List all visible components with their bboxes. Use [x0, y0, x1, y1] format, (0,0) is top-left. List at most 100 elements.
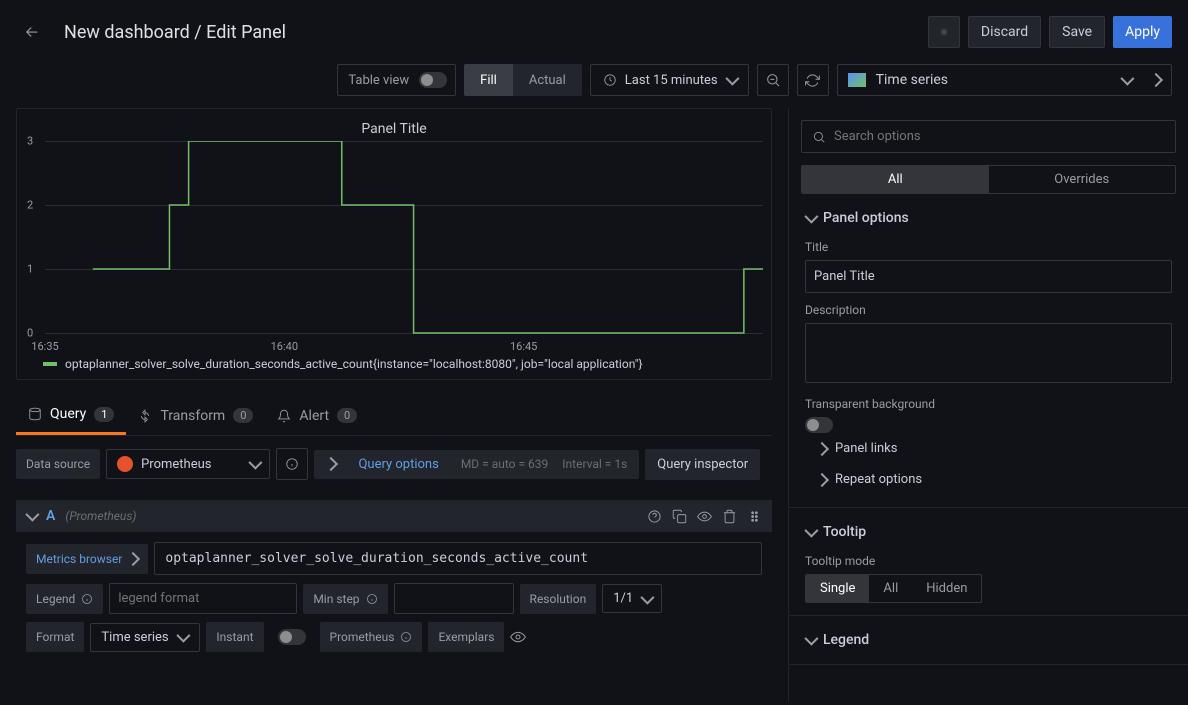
- apply-button[interactable]: Apply: [1113, 16, 1172, 48]
- discard-button[interactable]: Discard: [968, 16, 1041, 48]
- transform-icon: [138, 409, 152, 423]
- gear-icon: [941, 24, 947, 40]
- instant-toggle[interactable]: [278, 629, 306, 645]
- tooltip-single[interactable]: Single: [806, 575, 869, 602]
- save-button[interactable]: Save: [1049, 16, 1105, 48]
- options-search-input[interactable]: [834, 129, 1165, 144]
- legend-color-icon: [43, 362, 57, 366]
- md-hint: MD = auto = 639: [461, 457, 548, 471]
- resolution-select[interactable]: 1/1: [602, 584, 662, 613]
- chevron-right-icon: [815, 472, 829, 486]
- query-expression-input[interactable]: [154, 542, 762, 575]
- alert-count-badge: 0: [337, 408, 357, 423]
- datasource-help-button[interactable]: [276, 448, 308, 480]
- minstep-input[interactable]: [394, 583, 514, 614]
- transform-count-badge: 0: [233, 408, 253, 423]
- repeat-options-toggle[interactable]: Repeat options: [805, 464, 1172, 495]
- table-view-toggle[interactable]: Table view: [337, 64, 456, 96]
- help-icon[interactable]: [647, 509, 662, 524]
- visualization-label: Time series: [876, 72, 948, 88]
- section-panel-options[interactable]: Panel options: [805, 206, 1172, 230]
- breadcrumb: New dashboard / Edit Panel: [64, 22, 286, 43]
- panel-preview: Panel Title 012316:3516:4016:45 optaplan…: [16, 108, 772, 380]
- chevron-down-icon: [1120, 72, 1134, 86]
- eye-icon[interactable]: [697, 509, 712, 524]
- drag-handle-icon[interactable]: [747, 509, 762, 524]
- metrics-browser-button[interactable]: Metrics browser: [26, 544, 148, 574]
- datasource-select[interactable]: Prometheus: [106, 449, 270, 479]
- info-icon[interactable]: [400, 631, 412, 643]
- tab-query[interactable]: Query 1: [16, 396, 126, 435]
- chevron-down-icon: [804, 524, 818, 538]
- search-icon: [812, 130, 826, 144]
- panel-links-toggle[interactable]: Panel links: [805, 433, 1172, 464]
- eye-icon[interactable]: [510, 629, 526, 645]
- options-search[interactable]: [801, 120, 1176, 153]
- legend-label: Legend: [26, 584, 103, 614]
- copy-icon[interactable]: [672, 509, 687, 524]
- chevron-right-icon: [815, 441, 829, 455]
- zoom-out-icon: [765, 72, 781, 88]
- chart[interactable]: 012316:3516:4016:45: [25, 141, 763, 351]
- query-options-toggle[interactable]: Query options: [350, 457, 446, 472]
- zoom-out-button[interactable]: [757, 64, 789, 96]
- arrow-left-icon: [23, 23, 41, 41]
- chevron-down-icon: [176, 629, 190, 643]
- fill-actual-toggle: Fill Actual: [464, 64, 582, 96]
- exemplars-label: Exemplars: [428, 622, 504, 652]
- query-inspector-button[interactable]: Query inspector: [645, 449, 760, 480]
- format-label: Format: [26, 622, 84, 652]
- time-range-label: Last 15 minutes: [625, 73, 718, 88]
- tooltip-all[interactable]: All: [869, 575, 912, 602]
- chevron-down-icon: [249, 456, 263, 470]
- datasource-label: Data source: [16, 449, 100, 479]
- refresh-icon: [805, 73, 820, 88]
- panel-title: Panel Title: [25, 117, 763, 141]
- refresh-button[interactable]: [797, 64, 829, 96]
- settings-button[interactable]: [928, 16, 960, 48]
- chart-legend[interactable]: optaplanner_solver_solve_duration_second…: [25, 357, 763, 371]
- time-series-icon: [848, 73, 866, 87]
- tooltip-hidden[interactable]: Hidden: [912, 575, 981, 602]
- chevron-down-icon: [804, 632, 818, 646]
- tab-overrides[interactable]: Overrides: [989, 166, 1176, 193]
- description-label: Description: [805, 303, 1172, 317]
- chevron-down-icon: [725, 72, 739, 86]
- trash-icon[interactable]: [722, 509, 737, 524]
- legend-input[interactable]: [109, 583, 297, 614]
- query-count-badge: 1: [94, 407, 114, 422]
- chevron-right-icon: [126, 551, 140, 565]
- time-range-picker[interactable]: Last 15 minutes: [590, 64, 749, 96]
- section-legend[interactable]: Legend: [805, 628, 1172, 652]
- legend-text: optaplanner_solver_solve_duration_second…: [65, 357, 643, 371]
- description-input[interactable]: [805, 323, 1172, 383]
- prometheus-label: Prometheus: [320, 622, 423, 652]
- query-letter: A: [46, 508, 55, 524]
- database-icon: [28, 407, 42, 421]
- chevron-right-icon: [324, 457, 338, 471]
- info-icon[interactable]: [81, 593, 93, 605]
- clock-icon: [603, 73, 617, 87]
- table-view-label: Table view: [338, 73, 419, 88]
- section-tooltip[interactable]: Tooltip: [805, 520, 1172, 544]
- tab-transform[interactable]: Transform 0: [126, 396, 265, 435]
- back-button[interactable]: [16, 16, 48, 48]
- info-icon[interactable]: [366, 593, 378, 605]
- bell-icon: [277, 409, 291, 423]
- tab-all[interactable]: All: [802, 166, 989, 193]
- query-source: (Prometheus): [65, 509, 136, 523]
- title-label: Title: [805, 240, 1172, 254]
- title-input[interactable]: [805, 260, 1172, 293]
- collapse-icon[interactable]: [25, 508, 39, 522]
- visualization-picker[interactable]: Time series: [837, 64, 1172, 96]
- prometheus-icon: [117, 456, 133, 472]
- tab-alert[interactable]: Alert 0: [265, 396, 369, 435]
- chevron-right-icon: [1149, 73, 1163, 87]
- instant-label: Instant: [206, 622, 263, 652]
- fill-tab[interactable]: Fill: [464, 64, 513, 96]
- switch-icon: [419, 72, 447, 88]
- actual-tab[interactable]: Actual: [513, 64, 582, 96]
- format-select[interactable]: Time series: [90, 623, 200, 652]
- resolution-label: Resolution: [520, 584, 597, 614]
- transparent-toggle[interactable]: [805, 417, 833, 433]
